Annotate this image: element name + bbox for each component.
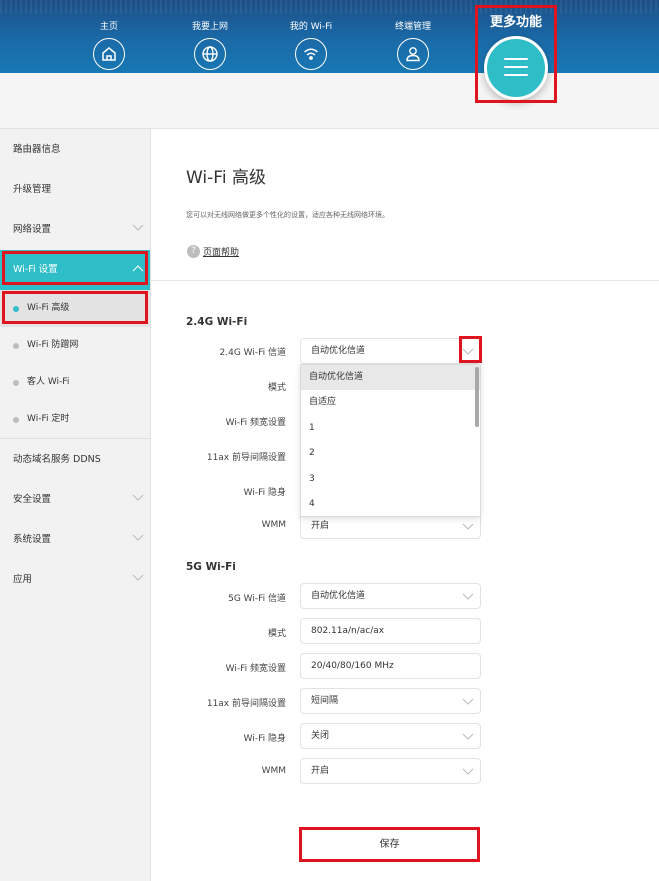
bullet-icon xyxy=(13,343,19,349)
sidebar-item-label: 安全设置 xyxy=(13,494,52,505)
sidebar-subitem-label: Wi-Fi 防蹭网 xyxy=(27,340,79,350)
chevron-down-icon xyxy=(132,494,144,501)
field-label: 模式 xyxy=(267,383,286,393)
sidebar-divider xyxy=(0,438,150,439)
nav-internet[interactable]: 我要上网 xyxy=(170,0,250,70)
highlight-box-more xyxy=(475,5,557,103)
field-label: 2.4G Wi-Fi 信道 xyxy=(219,348,286,358)
save-button[interactable]: 保存 xyxy=(299,827,480,862)
wmm-5g-select[interactable]: 开启 xyxy=(300,758,481,784)
dropdown-option[interactable]: 自适应 xyxy=(301,390,480,415)
nav-home-label: 主页 xyxy=(99,22,118,32)
field-label: 模式 xyxy=(267,629,286,639)
question-icon: ? xyxy=(187,245,200,258)
sidebar-item-label: 动态域名服务 DDNS xyxy=(13,454,101,465)
section-title-5g: 5G Wi-Fi xyxy=(186,561,236,573)
field-value: 20/40/80/160 MHz xyxy=(311,661,394,671)
channel-24g-select[interactable]: 自动优化信道 xyxy=(300,338,481,364)
dropdown-option[interactable]: 自动优化信道 xyxy=(301,365,480,391)
select-value: 短间隔 xyxy=(311,696,339,706)
sidebar-item-apps[interactable]: 应用 xyxy=(0,560,150,600)
chevron-down-icon xyxy=(132,534,144,541)
wifi-icon xyxy=(295,38,327,70)
chevron-down-icon xyxy=(462,733,474,740)
hidden-ssid-5g-select[interactable]: 关闭 xyxy=(300,723,481,749)
chevron-down-icon xyxy=(462,593,474,600)
sidebar-item-router-info[interactable]: 路由器信息 xyxy=(0,130,150,170)
highlight-box-wifi-settings xyxy=(2,251,148,285)
dropdown-scrollbar[interactable] xyxy=(475,367,479,427)
chevron-down-icon xyxy=(462,768,474,775)
chevron-down-icon xyxy=(462,698,474,705)
sidebar-subitem-wifi-timer[interactable]: Wi-Fi 定时 xyxy=(0,401,150,438)
guard-interval-5g-select[interactable]: 短间隔 xyxy=(300,688,481,714)
bullet-icon xyxy=(13,380,19,386)
page-title: Wi-Fi 高级 xyxy=(186,168,266,188)
sidebar-subitem-guest-wifi[interactable]: 客人 Wi-Fi xyxy=(0,364,150,401)
channel-24g-dropdown[interactable]: 自动优化信道 自适应 1 2 3 4 xyxy=(300,364,481,517)
sidebar-item-ddns[interactable]: 动态域名服务 DDNS xyxy=(0,440,150,480)
bullet-icon xyxy=(13,417,19,423)
dropdown-option[interactable]: 1 xyxy=(301,416,480,441)
field-label: Wi-Fi 隐身 xyxy=(243,734,286,744)
sidebar-subitem-label: 客人 Wi-Fi xyxy=(27,377,70,387)
help-link-label: 页面帮助 xyxy=(203,248,240,258)
page-description: 您可以对无线网络做更多个性化的设置，适应各种无线网络环境。 xyxy=(186,211,389,219)
sidebar-item-security[interactable]: 安全设置 xyxy=(0,480,150,520)
highlight-box-dropdown-toggle xyxy=(459,336,482,363)
sidebar-item-label: 系统设置 xyxy=(13,534,52,545)
channel-5g-select[interactable]: 自动优化信道 xyxy=(300,583,481,609)
field-label: 5G Wi-Fi 信道 xyxy=(228,594,286,604)
field-label: 11ax 前导间隔设置 xyxy=(206,699,286,709)
nav-my-wifi-label: 我的 Wi-Fi xyxy=(289,22,333,32)
sidebar-item-label: 网络设置 xyxy=(13,224,52,235)
nav-home[interactable]: 主页 xyxy=(69,0,149,70)
select-value: 自动优化信道 xyxy=(311,346,366,356)
nav-my-wifi[interactable]: 我的 Wi-Fi xyxy=(271,0,351,70)
help-link[interactable]: ? 页面帮助 xyxy=(187,245,239,258)
sidebar-subitem-label: Wi-Fi 定时 xyxy=(27,414,70,424)
sidebar-item-upgrade[interactable]: 升级管理 xyxy=(0,170,150,210)
highlight-box-wifi-advanced xyxy=(2,291,148,324)
field-label: 11ax 前导间隔设置 xyxy=(206,453,286,463)
chevron-down-icon xyxy=(462,523,474,530)
bandwidth-5g-field: 20/40/80/160 MHz xyxy=(300,653,481,679)
field-label: Wi-Fi 频宽设置 xyxy=(225,418,286,428)
field-label: WMM xyxy=(261,766,286,776)
dropdown-option[interactable]: 3 xyxy=(301,467,480,492)
sidebar-item-network[interactable]: 网络设置 xyxy=(0,210,150,250)
select-value: 开启 xyxy=(311,766,330,776)
field-label: Wi-Fi 隐身 xyxy=(243,488,286,498)
content-divider xyxy=(151,280,659,281)
select-value: 开启 xyxy=(311,521,330,531)
select-value: 自动优化信道 xyxy=(311,591,366,601)
home-icon xyxy=(93,38,125,70)
user-icon xyxy=(397,38,429,70)
nav-devices[interactable]: 终端管理 xyxy=(373,0,453,70)
sidebar-item-system[interactable]: 系统设置 xyxy=(0,520,150,560)
nav-devices-label: 终端管理 xyxy=(394,22,431,32)
globe-icon xyxy=(194,38,226,70)
dropdown-option[interactable]: 2 xyxy=(301,441,480,466)
sidebar-item-label: 升级管理 xyxy=(13,184,52,195)
mode-5g-field: 802.11a/n/ac/ax xyxy=(300,618,481,644)
sidebar-subitem-wifi-antirub[interactable]: Wi-Fi 防蹭网 xyxy=(0,327,150,364)
dropdown-option[interactable]: 4 xyxy=(301,492,480,516)
chevron-down-icon xyxy=(132,224,144,231)
chevron-down-icon xyxy=(132,574,144,581)
section-title-24g: 2.4G Wi-Fi xyxy=(186,316,248,328)
field-label: Wi-Fi 频宽设置 xyxy=(225,664,286,674)
nav-internet-label: 我要上网 xyxy=(191,22,228,32)
field-label: WMM xyxy=(261,520,286,530)
field-value: 802.11a/n/ac/ax xyxy=(311,626,385,636)
select-value: 关闭 xyxy=(311,731,330,741)
sidebar-item-label: 应用 xyxy=(13,574,33,585)
sidebar-item-label: 路由器信息 xyxy=(13,144,61,155)
